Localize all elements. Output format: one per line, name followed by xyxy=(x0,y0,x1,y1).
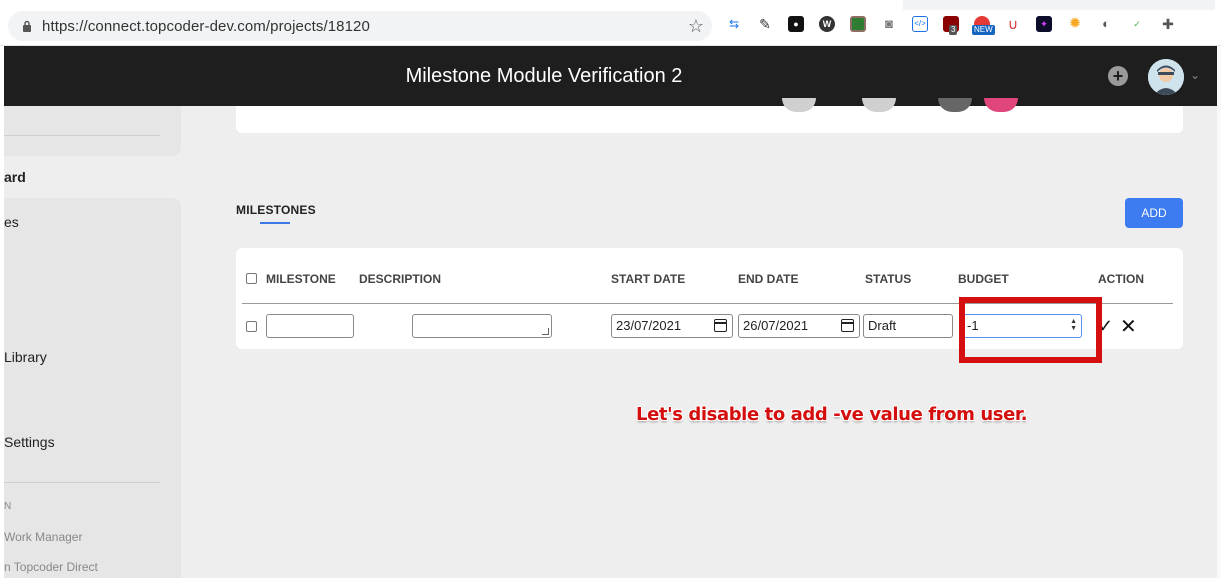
start-date-input[interactable]: 23/07/2021 xyxy=(611,314,733,338)
column-header-start-date: START DATE xyxy=(611,272,686,286)
status-value: Draft xyxy=(868,318,897,333)
calendar-icon[interactable] xyxy=(714,319,727,332)
ghost-extension-icon[interactable]: ◐ xyxy=(1098,16,1114,32)
new-badge: NEW xyxy=(972,25,995,35)
sidebar-link-topcoder-direct[interactable]: n Topcoder Direct xyxy=(4,560,98,574)
new-extension-icon[interactable]: NEW xyxy=(972,16,995,35)
annotation-text: Let's disable to add -ve value from user… xyxy=(636,404,1028,425)
sparkle-extension-icon[interactable]: ✦ xyxy=(1036,16,1052,32)
add-milestone-button[interactable]: ADD xyxy=(1125,198,1183,228)
extensions-bar: ⇆ ✎ ● W ◙ </> 3 NEW ∪ ✦ ✹ ◐ ✓ ✚ xyxy=(726,16,1176,35)
calendar-icon[interactable] xyxy=(841,319,854,332)
column-header-milestone: MILESTONE xyxy=(266,272,336,286)
milestone-name-input[interactable] xyxy=(266,314,354,338)
ublock-extension-icon[interactable]: 3 xyxy=(943,16,959,35)
select-all-checkbox[interactable] xyxy=(246,273,257,284)
abc-extension-icon[interactable]: ✓ xyxy=(1129,16,1145,32)
member-avatar[interactable] xyxy=(782,98,816,112)
column-header-end-date: END DATE xyxy=(738,272,799,286)
bookmark-star-icon[interactable]: ☆ xyxy=(688,16,704,37)
page-title: Milestone Module Verification 2 xyxy=(405,65,683,87)
row-checkbox[interactable] xyxy=(246,321,257,332)
add-circle-icon[interactable]: + xyxy=(1108,66,1128,86)
sidebar-menu-card: es Library Settings N Work Manager n Top… xyxy=(4,198,181,578)
sidebar-top-card xyxy=(4,106,181,156)
code-extension-icon[interactable]: </> xyxy=(912,16,928,32)
column-header-description: DESCRIPTION xyxy=(359,272,442,286)
url-text[interactable]: https://connect.topcoder-dev.com/project… xyxy=(42,18,370,35)
gear-extension-icon[interactable]: ✹ xyxy=(1067,16,1083,32)
camera-extension-icon[interactable]: ◙ xyxy=(881,16,897,32)
magnet-extension-icon[interactable]: ∪ xyxy=(1005,16,1021,32)
status-select[interactable]: Draft xyxy=(863,314,953,338)
avatar-image xyxy=(1148,59,1184,95)
mask-extension-icon[interactable]: ● xyxy=(788,16,804,32)
member-avatar[interactable] xyxy=(862,98,896,112)
sidebar-item-messages[interactable]: es xyxy=(4,214,19,230)
puzzle-extensions-icon[interactable]: ✚ xyxy=(1160,16,1176,32)
annotation-highlight-box xyxy=(959,297,1102,363)
end-date-input[interactable]: 26/07/2021 xyxy=(738,314,860,338)
sidebar-item-library[interactable]: Library xyxy=(4,349,47,365)
tab-strip-edge xyxy=(903,0,1215,10)
description-textarea[interactable] xyxy=(412,314,552,338)
window-edge xyxy=(1217,46,1221,578)
milestones-title: MILESTONES xyxy=(236,203,316,217)
sidebar-divider xyxy=(4,135,160,136)
picture-extension-icon[interactable] xyxy=(850,16,866,32)
browser-toolbar: https://connect.topcoder-dev.com/project… xyxy=(0,0,1221,46)
eyedropper-extension-icon[interactable]: ✎ xyxy=(757,16,773,32)
resize-grip-icon[interactable] xyxy=(542,328,549,335)
sidebar-item-settings[interactable]: Settings xyxy=(4,434,55,450)
column-header-action: ACTION xyxy=(1098,272,1144,286)
column-header-budget: BUDGET xyxy=(958,272,1009,286)
address-bar[interactable]: https://connect.topcoder-dev.com/project… xyxy=(8,11,712,41)
sidebar-divider xyxy=(4,482,160,483)
avatar[interactable] xyxy=(1148,59,1184,95)
arrows-extension-icon[interactable]: ⇆ xyxy=(726,16,742,32)
sidebar-item-dashboard[interactable]: ard xyxy=(4,169,26,185)
end-date-value: 26/07/2021 xyxy=(743,318,809,333)
sidebar-section-label: N xyxy=(4,501,12,512)
start-date-value: 23/07/2021 xyxy=(616,318,682,333)
close-icon[interactable]: ✕ xyxy=(1120,314,1137,339)
member-avatar[interactable] xyxy=(938,98,972,112)
lock-icon xyxy=(23,20,31,32)
member-avatar[interactable] xyxy=(984,98,1018,112)
app-header: Milestone Module Verification 2 + ⌄ xyxy=(4,46,1217,106)
chevron-down-icon[interactable]: ⌄ xyxy=(1190,68,1200,82)
tab-underline xyxy=(260,222,290,224)
project-summary-card xyxy=(236,98,1183,133)
column-header-status: STATUS xyxy=(865,272,912,286)
sidebar: ard es Library Settings N Work Manager n… xyxy=(4,106,181,578)
wappalyzer-extension-icon[interactable]: W xyxy=(819,16,835,32)
extension-count-badge: 3 xyxy=(949,25,958,35)
sidebar-link-work-manager[interactable]: Work Manager xyxy=(4,530,82,544)
